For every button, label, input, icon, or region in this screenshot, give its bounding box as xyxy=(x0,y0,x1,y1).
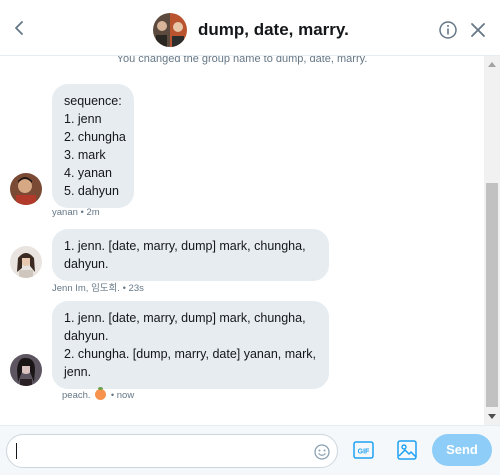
group-avatar[interactable] xyxy=(153,13,187,47)
emoji-icon[interactable] xyxy=(313,443,331,461)
info-icon[interactable] xyxy=(438,20,458,40)
gif-label: GIF xyxy=(358,449,370,456)
message-text: 5. dahyun xyxy=(64,184,119,198)
message-text: 2. chungha. [dump, marry, date] yanan, m… xyxy=(64,347,316,361)
avatar[interactable] xyxy=(10,173,42,205)
message-meta: peach. • now xyxy=(62,387,135,401)
peach-emoji xyxy=(95,387,107,400)
text-caret xyxy=(16,443,17,459)
scrollbar[interactable] xyxy=(484,56,500,425)
avatar[interactable] xyxy=(10,354,42,386)
message-bubble[interactable]: 1. jenn. [date, marry, dump] mark, chung… xyxy=(52,229,329,281)
gif-icon[interactable]: GIF xyxy=(353,441,374,459)
message-composer xyxy=(0,425,500,475)
message-text: dahyun. xyxy=(64,329,109,343)
message-text: sequence: xyxy=(64,94,122,108)
message-text: 1. jenn xyxy=(64,112,102,126)
message-text: 2. chungha xyxy=(64,130,126,144)
chevron-left-icon[interactable] xyxy=(8,16,32,40)
message-text: 1. jenn. [date, marry, dump] mark, chung… xyxy=(64,239,306,253)
scroll-down-arrow-icon[interactable] xyxy=(488,414,496,419)
message-text: 4. yanan xyxy=(64,166,112,180)
avatar[interactable] xyxy=(10,246,42,278)
close-icon[interactable] xyxy=(469,21,487,39)
conversation-header: dump, date, marry. xyxy=(0,0,500,56)
scrollbar-thumb[interactable] xyxy=(486,183,498,407)
message-bubble[interactable]: 1. jenn. [date, marry, dump] mark, chung… xyxy=(52,301,329,389)
message-input[interactable] xyxy=(6,434,338,468)
message-text: 1. jenn. [date, marry, dump] mark, chung… xyxy=(64,311,306,325)
message-meta: yanan • 2m xyxy=(52,207,100,218)
send-button[interactable]: Send xyxy=(432,434,492,466)
message-time: • now xyxy=(110,390,135,401)
scroll-up-arrow-icon[interactable] xyxy=(488,62,496,67)
message-meta: Jenn Im, 임도희. • 23s xyxy=(52,283,144,294)
conversation-title: dump, date, marry. xyxy=(198,20,349,39)
message-text: jenn. xyxy=(64,365,92,379)
system-message: You changed the group name to dump, date… xyxy=(116,56,368,65)
image-icon[interactable] xyxy=(396,439,418,461)
message-text: 3. mark xyxy=(64,148,106,162)
message-text: dahyun. xyxy=(64,257,109,271)
sender-name: peach. xyxy=(62,390,91,401)
message-bubble[interactable]: sequence: 1. jenn 2. chungha 3. mark 4. … xyxy=(52,84,134,208)
message-list: You changed the group name to dump, date… xyxy=(0,56,484,425)
